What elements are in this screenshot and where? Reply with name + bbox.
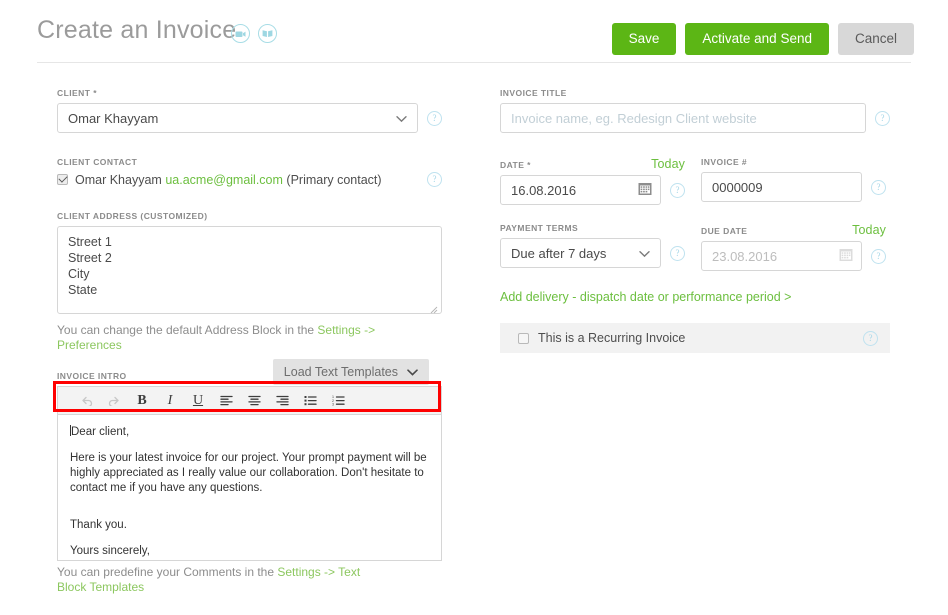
payment-terms-select[interactable]: Due after 7 days: [500, 238, 661, 268]
client-address-hint: You can change the default Address Block…: [57, 323, 442, 353]
title-icon-group: [231, 24, 277, 43]
invoice-intro-hint-text: You can predefine your Comments in the: [57, 565, 278, 579]
date-value: 16.08.2016: [511, 182, 577, 198]
left-column: CLIENT * Omar Khayyam ? CLIENT CONTACT O…: [57, 88, 442, 595]
client-address-label: CLIENT ADDRESS (CUSTOMIZED): [57, 211, 208, 221]
invoice-title-group: INVOICE TITLE Invoice name, eg. Redesign…: [500, 88, 890, 133]
invoice-title-help-icon[interactable]: ?: [875, 110, 890, 126]
invoice-number-input[interactable]: 0000009: [701, 172, 862, 202]
svg-text:3: 3: [332, 403, 334, 406]
invoice-intro-group: INVOICE INTRO Load Text Templates B I U: [57, 359, 442, 595]
cancel-button[interactable]: Cancel: [837, 23, 914, 55]
payment-terms-group: PAYMENT TERMS Due after 7 days ?: [500, 223, 685, 271]
redo-icon[interactable]: [100, 388, 128, 414]
rich-text-toolbar: B I U 123: [57, 386, 442, 414]
invoice-number-value: 0000009: [712, 179, 763, 195]
bulleted-list-icon[interactable]: [296, 388, 324, 414]
client-contact-email: ua.acme@gmail.com: [165, 172, 283, 187]
recurring-invoice-panel: This is a Recurring Invoice ?: [500, 323, 890, 353]
client-address-textarea[interactable]: [57, 226, 442, 314]
load-text-templates-label: Load Text Templates: [283, 365, 398, 379]
editor-paragraph-3: Thank you.: [70, 519, 127, 531]
guide-book-icon[interactable]: [258, 24, 277, 43]
client-value: Omar Khayyam: [68, 110, 159, 126]
header-divider: [37, 62, 911, 63]
invoice-title-placeholder: Invoice name, eg. Redesign Client websit…: [511, 110, 757, 126]
load-text-templates-button[interactable]: Load Text Templates: [272, 359, 429, 385]
date-and-number-row: DATE * Today 16.08.2016 ? INVOICE # 0000…: [500, 157, 890, 205]
undo-icon[interactable]: [72, 388, 100, 414]
save-button[interactable]: Save: [611, 23, 677, 55]
page-title: Create an Invoice: [37, 16, 237, 44]
align-right-icon[interactable]: [268, 388, 296, 414]
client-contact-suffix: (Primary contact): [286, 172, 382, 187]
client-help-icon[interactable]: ?: [427, 110, 442, 126]
calendar-icon[interactable]: [638, 182, 652, 199]
add-delivery-link[interactable]: Add delivery - dispatch date or performa…: [500, 290, 791, 304]
invoice-number-label: INVOICE #: [701, 157, 748, 167]
recurring-invoice-help-icon[interactable]: ?: [863, 330, 878, 346]
page-header: Create an Invoice Save Activate and Send…: [0, 0, 948, 66]
client-address-group: CLIENT ADDRESS (CUSTOMIZED) You can chan…: [57, 211, 442, 353]
header-action-buttons: Save Activate and Send Cancel: [611, 23, 914, 55]
align-center-icon[interactable]: [240, 388, 268, 414]
invoice-number-group: INVOICE # 0000009 ?: [701, 157, 886, 205]
invoice-intro-hint: You can predefine your Comments in the S…: [57, 565, 362, 595]
client-field-group: CLIENT * Omar Khayyam ?: [57, 88, 442, 133]
invoice-title-label: INVOICE TITLE: [500, 88, 567, 98]
recurring-invoice-checkbox[interactable]: [518, 332, 529, 344]
video-camera-icon[interactable]: [231, 24, 250, 43]
date-group: DATE * Today 16.08.2016 ?: [500, 157, 685, 205]
right-column: INVOICE TITLE Invoice name, eg. Redesign…: [500, 88, 890, 353]
payment-terms-label: PAYMENT TERMS: [500, 223, 579, 233]
client-label: CLIENT *: [57, 88, 97, 98]
recurring-invoice-label: This is a Recurring Invoice: [538, 331, 686, 345]
invoice-title-input[interactable]: Invoice name, eg. Redesign Client websit…: [500, 103, 866, 133]
payment-terms-help-icon[interactable]: ?: [670, 245, 685, 261]
chevron-down-icon: [396, 111, 407, 126]
date-today-link[interactable]: Today: [651, 157, 685, 171]
client-contact-label: CLIENT CONTACT: [57, 157, 138, 167]
date-input[interactable]: 16.08.2016: [500, 175, 661, 205]
date-help-icon[interactable]: ?: [670, 182, 685, 198]
invoice-number-help-icon[interactable]: ?: [871, 179, 886, 195]
due-date-value: 23.08.2016: [712, 248, 778, 264]
underline-icon[interactable]: U: [184, 388, 212, 414]
client-contact-help-icon[interactable]: ?: [427, 172, 442, 187]
client-select[interactable]: Omar Khayyam: [57, 103, 418, 133]
client-contact-checkbox[interactable]: [57, 174, 68, 185]
due-date-input[interactable]: 23.08.2016: [701, 241, 862, 271]
editor-paragraph-1: Dear client,: [70, 425, 429, 440]
calendar-icon: [839, 248, 853, 265]
due-date-group: DUE DATE Today 23.08.2016 ?: [701, 223, 886, 271]
editor-paragraph-4: Yours sincerely,: [70, 545, 150, 557]
editor-line-greeting: Dear client,: [71, 426, 130, 438]
italic-icon[interactable]: I: [156, 388, 184, 414]
client-contact-group: CLIENT CONTACT Omar Khayyam ua.acme@gmai…: [57, 157, 442, 187]
chevron-down-icon: [639, 246, 650, 261]
terms-and-due-row: PAYMENT TERMS Due after 7 days ? DUE DAT…: [500, 223, 890, 271]
date-label: DATE *: [500, 160, 531, 170]
due-date-today-link[interactable]: Today: [852, 223, 886, 237]
create-invoice-page: Create an Invoice Save Activate and Send…: [0, 0, 948, 615]
client-address-hint-text: You can change the default Address Block…: [57, 323, 318, 337]
due-date-label: DUE DATE: [701, 226, 748, 236]
client-contact-name: Omar Khayyam: [75, 172, 162, 187]
bold-icon[interactable]: B: [128, 388, 156, 414]
client-contact-text: Omar Khayyam ua.acme@gmail.com (Primary …: [75, 173, 382, 187]
editor-paragraph-2: Here is your latest invoice for our proj…: [70, 452, 427, 494]
activate-and-send-button[interactable]: Activate and Send: [685, 23, 829, 55]
align-left-icon[interactable]: [212, 388, 240, 414]
due-date-help-icon[interactable]: ?: [871, 248, 886, 264]
chevron-down-icon: [407, 365, 418, 379]
invoice-intro-editor[interactable]: Dear client, Here is your latest invoice…: [57, 414, 442, 561]
numbered-list-icon[interactable]: 123: [324, 388, 352, 414]
payment-terms-value: Due after 7 days: [511, 245, 607, 261]
